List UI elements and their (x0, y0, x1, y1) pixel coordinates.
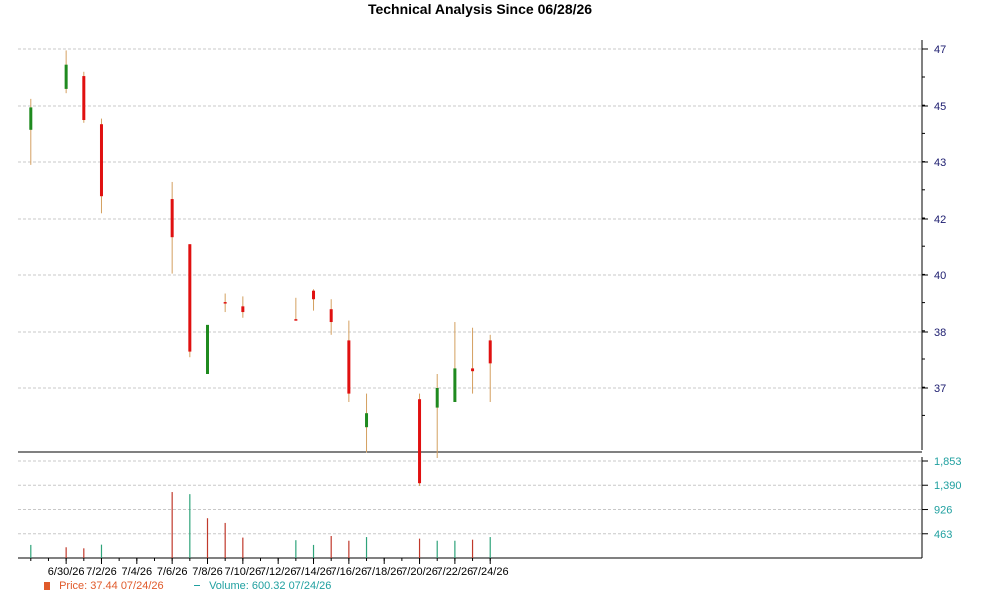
price-tick-label-5: 38 (934, 327, 946, 339)
volume-legend-label: Volume: 600.32 07/24/26 (209, 580, 332, 592)
price-tick-label-6: 37 (934, 383, 946, 395)
price-legend-icon (44, 582, 50, 590)
x-tick-label-7: 7/14/26 (295, 566, 332, 578)
price-tick-label-0: 47 (934, 44, 946, 56)
candle-body-3 (99, 124, 103, 197)
x-tick-label-5: 7/10/26 (224, 566, 261, 578)
candle-body-8 (241, 306, 245, 313)
price-tick-label-4: 40 (934, 270, 946, 282)
candlestick-chart: 474543424038371,8531,3909264636/30/26 7/2… (18, 40, 962, 578)
legend-price: Price: 37.44 07/24/26 (44, 580, 164, 592)
grid-layer (18, 48, 922, 535)
volume-tick-label-2: 926 (934, 505, 952, 517)
candle-body-1 (64, 64, 68, 89)
x-tick-label-6: 7/12/26 (260, 566, 297, 578)
x-tick-label-9: 7/18/26 (366, 566, 403, 578)
candle-body-0 (29, 107, 33, 130)
axis-layer: 474543424038371,8531,3909264636/30/26 7/2… (18, 40, 962, 578)
candle-body-14 (418, 399, 422, 484)
x-tick-label-4: 7/8/26 (192, 566, 223, 578)
candle-body-6 (206, 324, 209, 374)
candle-body-18 (488, 340, 492, 364)
volume-tick-label-3: 463 (934, 529, 952, 541)
x-tick-label-2: 7/4/26 (122, 566, 153, 578)
candle-body-12 (347, 340, 351, 394)
candle-body-2 (82, 76, 86, 120)
x-tick-label-11: 7/22/26 (437, 566, 474, 578)
candle-body-15 (435, 388, 439, 408)
x-tick-label-12: 7/24/26 (472, 566, 509, 578)
candle-body-13 (365, 413, 369, 428)
price-tick-label-1: 45 (934, 101, 946, 113)
candle-body-11 (329, 309, 333, 323)
volume-legend-icon (194, 585, 200, 586)
candle-body-9 (294, 319, 298, 321)
candle-body-4 (170, 199, 174, 238)
x-tick-label-1: 7/2/26 (86, 566, 117, 578)
candle-body-16 (453, 368, 457, 402)
x-tick-label-3: 7/6/26 (157, 566, 188, 578)
volume-tick-label-1: 1,390 (934, 480, 962, 492)
price-legend-label: Price: 37.44 07/24/26 (59, 580, 164, 592)
price-tick-label-3: 42 (934, 214, 946, 226)
candle-body-10 (312, 290, 316, 300)
candle-body-5 (188, 244, 192, 352)
price-layer (29, 50, 492, 486)
x-tick-label-8: 7/16/26 (331, 566, 368, 578)
x-tick-label-10: 7/20/26 (401, 566, 438, 578)
price-tick-label-2: 43 (934, 157, 946, 169)
volume-layer (30, 492, 491, 558)
candle-body-17 (471, 368, 475, 372)
candle-body-7 (223, 302, 227, 304)
x-tick-label-0: 6/30/26 (48, 566, 85, 578)
legend-volume: Volume: 600.32 07/24/26 (194, 580, 331, 592)
volume-tick-label-0: 1,853 (934, 456, 962, 468)
